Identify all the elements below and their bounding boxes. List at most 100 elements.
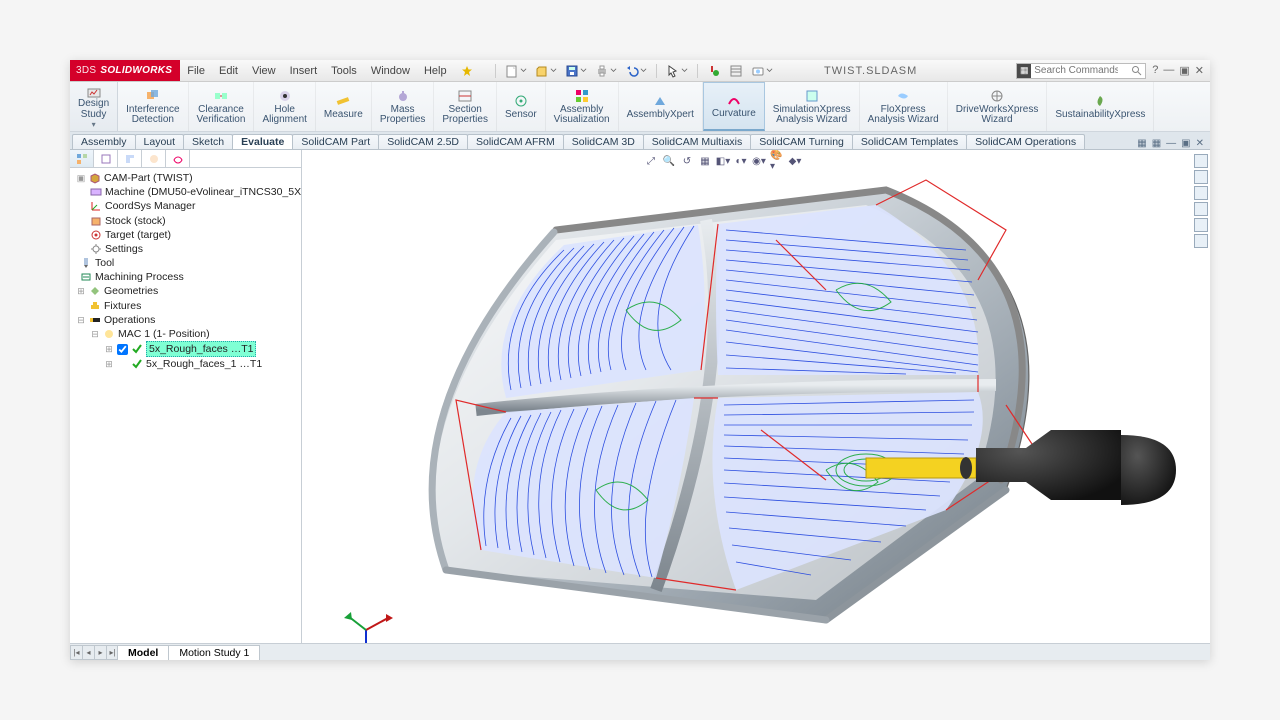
ribbon-clearance[interactable]: ClearanceVerification <box>189 82 255 131</box>
ribbon-mass[interactable]: MassProperties <box>372 82 435 131</box>
tree-mac1[interactable]: MAC 1 (1- Position) <box>118 327 210 341</box>
tab-solidcam-2-5d[interactable]: SolidCAM 2.5D <box>378 134 468 149</box>
fm-tab-feature-tree[interactable] <box>70 150 94 167</box>
fm-tab-config[interactable] <box>118 150 142 167</box>
design-study-icon <box>86 84 102 98</box>
flox-icon <box>895 88 911 104</box>
minimize-icon[interactable]: — <box>1163 64 1174 77</box>
bottom-tab-motion-study[interactable]: Motion Study 1 <box>168 645 260 660</box>
qat-select-icon[interactable] <box>664 63 690 79</box>
feature-manager-panel: ▣ CAM-Part (TWIST) Machine (DMU50-eVoline… <box>70 150 302 660</box>
tree-fixtures[interactable]: Fixtures <box>104 299 141 313</box>
tree-expander[interactable]: ⊞ <box>104 343 114 355</box>
search-commands-box[interactable]: ▦ <box>1016 63 1146 79</box>
tree-op1-selected[interactable]: 5x_Rough_faces …T1 <box>146 341 256 357</box>
menu-help[interactable]: Help <box>417 65 454 77</box>
op1-checkbox[interactable] <box>117 344 128 355</box>
qat-options-icon[interactable] <box>727 63 745 79</box>
ribbon-driveworksxpress[interactable]: DriveWorksXpressWizard <box>948 82 1048 131</box>
menu-file[interactable]: File <box>180 65 212 77</box>
fm-tab-property[interactable] <box>94 150 118 167</box>
fm-tab-display[interactable] <box>166 150 190 167</box>
tree-geometries[interactable]: Geometries <box>104 284 158 298</box>
tab-solidcam-operations[interactable]: SolidCAM Operations <box>966 134 1085 149</box>
tree-root[interactable]: CAM-Part (TWIST) <box>104 171 193 185</box>
tree-settings[interactable]: Settings <box>105 242 143 256</box>
tree-expander[interactable]: ▣ <box>76 172 86 184</box>
bottom-tab-model[interactable]: Model <box>117 645 169 660</box>
tree-expander[interactable]: ⊞ <box>104 358 114 370</box>
menu-view[interactable]: View <box>245 65 283 77</box>
help-and-window-controls: ? — ▣ ✕ <box>1152 64 1204 77</box>
geom-icon <box>89 285 101 297</box>
qat-new-icon[interactable] <box>503 63 529 79</box>
close-icon[interactable]: ✕ <box>1195 64 1204 77</box>
tab-solidcam-templates[interactable]: SolidCAM Templates <box>852 134 967 149</box>
tab-solidcam-turning[interactable]: SolidCAM Turning <box>750 134 853 149</box>
panel-icon-4[interactable]: ▣ <box>1181 138 1190 149</box>
clearance-icon <box>213 88 229 104</box>
feature-tree[interactable]: ▣ CAM-Part (TWIST) Machine (DMU50-eVoline… <box>70 168 301 374</box>
tab-assembly[interactable]: Assembly <box>72 134 136 149</box>
tree-target[interactable]: Target (target) <box>105 228 171 242</box>
tab-solidcam-part[interactable]: SolidCAM Part <box>292 134 379 149</box>
op-icon <box>131 343 143 355</box>
ribbon-assemblyxpert[interactable]: AssemblyXpert <box>619 82 703 131</box>
tab-evaluate[interactable]: Evaluate <box>232 134 293 149</box>
menu-edit[interactable]: Edit <box>212 65 245 77</box>
menu-window[interactable]: Window <box>364 65 417 77</box>
ribbon-curvature[interactable]: Curvature <box>703 82 765 131</box>
fm-tab-dim[interactable] <box>142 150 166 167</box>
panel-icon-2[interactable]: ▦ <box>1152 138 1161 149</box>
tree-operations[interactable]: Operations <box>104 313 155 327</box>
tree-expander[interactable]: ⊞ <box>76 285 86 297</box>
search-icon <box>1131 65 1142 76</box>
ribbon-assembly[interactable]: AssemblyVisualization <box>546 82 619 131</box>
menu-insert[interactable]: Insert <box>283 65 325 77</box>
tab-solidcam-multiaxis[interactable]: SolidCAM Multiaxis <box>643 134 751 149</box>
qat-capture-icon[interactable] <box>749 63 775 79</box>
tab-sketch[interactable]: Sketch <box>183 134 233 149</box>
tab-solidcam-afrm[interactable]: SolidCAM AFRM <box>467 134 564 149</box>
tab-solidcam-3d[interactable]: SolidCAM 3D <box>563 134 644 149</box>
tree-stock[interactable]: Stock (stock) <box>105 214 166 228</box>
graphics-viewport[interactable]: ⤢ 🔍 ↺ ▦ ◧▾ ◐▾ ◉▾ 🎨▾ ◆▾ <box>302 150 1210 660</box>
panel-close-icon[interactable]: ✕ <box>1196 138 1204 149</box>
tree-expander[interactable]: ⊟ <box>90 328 100 340</box>
asmxpert-icon <box>652 93 668 109</box>
menu-star-icon[interactable] <box>454 65 480 77</box>
ribbon-floxpress[interactable]: FloXpressAnalysis Wizard <box>860 82 948 131</box>
ribbon-sustainabilityxpress[interactable]: SustainabilityXpress <box>1047 82 1154 131</box>
ribbon-section[interactable]: SectionProperties <box>434 82 497 131</box>
restore-icon[interactable]: ▣ <box>1179 64 1189 77</box>
susx-icon <box>1092 93 1108 109</box>
qat-undo-icon[interactable] <box>623 63 649 79</box>
panel-icon-3[interactable]: — <box>1166 138 1176 149</box>
qat-open-icon[interactable] <box>533 63 559 79</box>
ribbon-sensor[interactable]: Sensor <box>497 82 546 131</box>
ribbon-design-study[interactable]: DesignStudy ▾ <box>70 82 118 131</box>
search-input[interactable] <box>1031 65 1121 76</box>
panel-icon-1[interactable]: ▦ <box>1137 138 1146 149</box>
model-render <box>302 150 1210 660</box>
tree-mprocess[interactable]: Machining Process <box>95 270 184 284</box>
quick-access-toolbar <box>492 63 775 79</box>
qat-rebuild-icon[interactable] <box>705 63 723 79</box>
tree-tool[interactable]: Tool <box>95 256 114 270</box>
ribbon-measure[interactable]: Measure <box>316 82 372 131</box>
ribbon-hole[interactable]: HoleAlignment <box>254 82 315 131</box>
menu-tools[interactable]: Tools <box>324 65 364 77</box>
mprocess-icon <box>80 271 92 283</box>
feature-manager-tabs <box>70 150 301 168</box>
tree-expander[interactable]: ⊟ <box>76 314 86 326</box>
ribbon-simulationxpress[interactable]: SimulationXpressAnalysis Wizard <box>765 82 860 131</box>
tree-coordsys[interactable]: CoordSys Manager <box>105 199 195 213</box>
qat-print-icon[interactable] <box>593 63 619 79</box>
help-icon[interactable]: ? <box>1152 64 1158 77</box>
tree-op2[interactable]: 5x_Rough_faces_1 …T1 <box>146 357 262 371</box>
ribbon-interference[interactable]: InterferenceDetection <box>118 82 188 131</box>
tab-layout[interactable]: Layout <box>135 134 185 149</box>
target-icon <box>90 229 102 241</box>
qat-save-icon[interactable] <box>563 63 589 79</box>
tree-machine[interactable]: Machine (DMU50-eVolinear_iTNCS30_5X-Sim) <box>105 185 301 199</box>
